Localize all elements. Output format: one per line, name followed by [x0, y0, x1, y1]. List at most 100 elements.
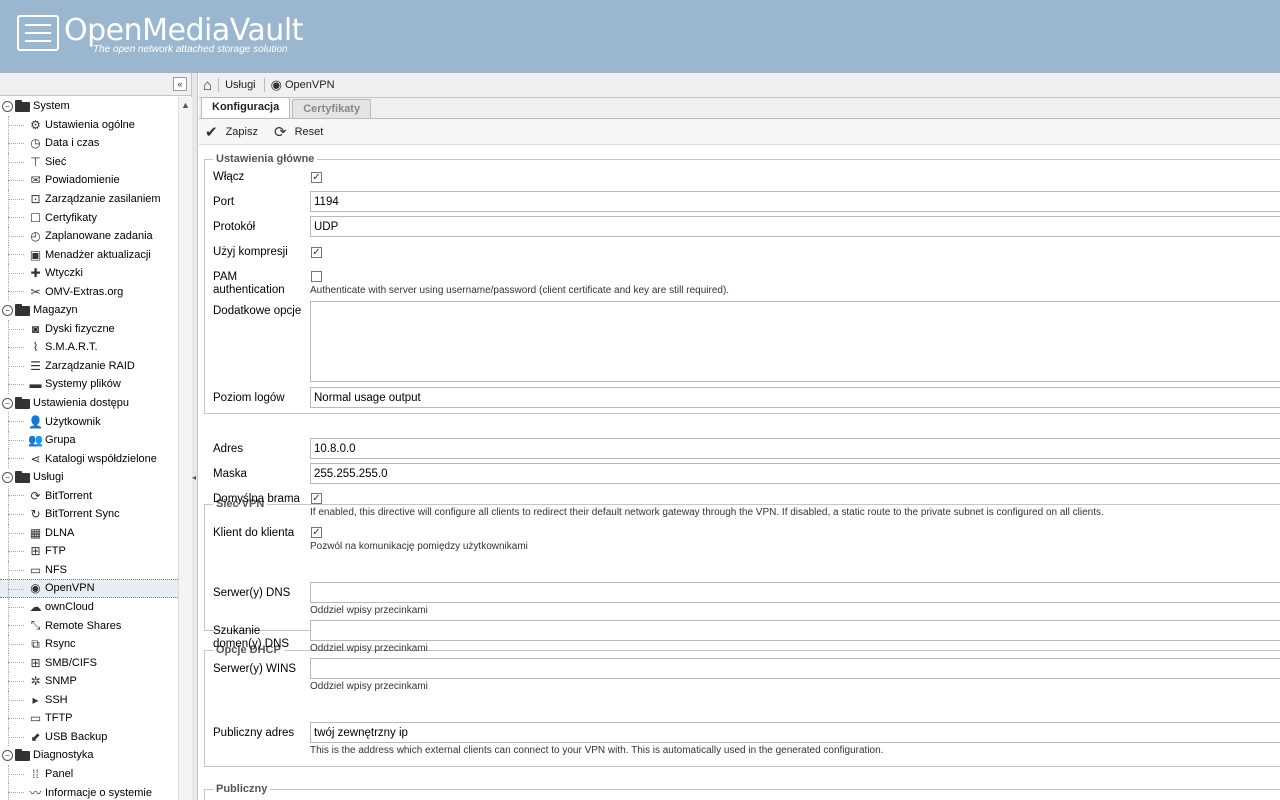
openvpn-icon: ◉ [30, 581, 41, 596]
tree-item[interactable]: ☰ Zarządzanie RAID [0, 356, 178, 376]
tree-item[interactable]: ▭ TFTP [0, 709, 178, 728]
tree-item[interactable]: ⧉ Rsync [0, 634, 178, 654]
tree-item-label: Panel [45, 767, 74, 780]
pam-checkbox[interactable] [311, 271, 322, 282]
tree-item-label: Magazyn [33, 304, 78, 317]
tree-item[interactable]: ▸ SSH [0, 690, 178, 710]
tree-item[interactable]: ☐ Certyfikaty [0, 208, 178, 227]
tree-item-label: Diagnostyka [33, 749, 94, 762]
wins-servers-hint: Oddziel wpisy przecinkami [310, 681, 428, 692]
app-subtitle: The open network attached storage soluti… [93, 44, 288, 55]
tree-item[interactable]: ⊤ Sieć [0, 152, 178, 172]
enable-checkbox[interactable]: ✓ [311, 172, 322, 183]
compression-checkbox[interactable]: ✓ [311, 247, 322, 258]
tree-branch [8, 606, 24, 608]
ftp-icon: ⊞ [30, 544, 41, 559]
scroll-up-icon[interactable]: ▲ [181, 100, 190, 110]
tree-item[interactable]: ☁ ownCloud [0, 597, 178, 617]
clock-icon: ◷ [30, 136, 41, 151]
chart-icon: 〰 [29, 786, 42, 800]
tree-branch [8, 198, 24, 200]
port-input[interactable] [310, 191, 1280, 212]
tree-branch [8, 643, 24, 645]
network-icon: ⊤ [30, 154, 41, 169]
usb-icon: ⬋ [30, 729, 41, 744]
tree-item[interactable]: ⟳ BitTorrent [0, 486, 178, 506]
loglevel-select[interactable] [310, 387, 1280, 408]
tree-group[interactable]: − Magazyn [0, 301, 178, 320]
folder-open-icon [15, 304, 31, 317]
public-address-hint: This is the address which external clien… [310, 745, 884, 756]
tree-item-label: System [33, 100, 70, 113]
tree-branch [8, 680, 24, 682]
folder-open-icon [15, 471, 31, 484]
tree-branch [8, 773, 24, 775]
tree-item[interactable]: ◷ Data i czas [0, 134, 178, 153]
tree-item[interactable]: ✉ Powiadomienie [0, 171, 178, 190]
vpn-mask-input[interactable] [310, 463, 1280, 484]
tree-item[interactable]: ⊞ FTP [0, 542, 178, 561]
collapse-toggle-icon[interactable]: − [2, 397, 13, 409]
tree-item[interactable]: ▬ Systemy plików [0, 375, 178, 394]
tree-item[interactable]: 〰 Informacje o systemie [0, 783, 178, 800]
tree-item[interactable]: ◙ Dyski fizyczne [0, 319, 178, 339]
protocol-label: Protokół [213, 221, 256, 233]
tree-item[interactable]: ✂ OMV-Extras.org [0, 282, 178, 302]
tree-group[interactable]: − Diagnostyka [0, 746, 178, 765]
tree-branch [8, 439, 24, 441]
tree-group[interactable]: − Usługi [0, 468, 178, 487]
tree-item[interactable]: ▭ NFS [0, 560, 178, 580]
tree-item[interactable]: ◉ OpenVPN [0, 579, 178, 598]
vpn-address-input[interactable] [310, 438, 1280, 459]
tree-item[interactable]: ▣ Menadżer aktualizacji [0, 245, 178, 264]
tree-item[interactable]: 👥 Grupa [0, 430, 178, 450]
tree-item[interactable]: ✲ SNMP [0, 671, 178, 691]
disk-icon: ◙ [31, 321, 40, 336]
tree-item[interactable]: 👤 Użytkownik [0, 412, 178, 431]
dns-servers-input[interactable] [310, 582, 1280, 603]
tree-item[interactable]: ▦ DLNA [0, 523, 178, 543]
protocol-select[interactable] [310, 216, 1280, 237]
tree-item[interactable]: ⚙ Ustawienia ogólne [0, 115, 178, 135]
tree-branch [8, 272, 24, 274]
tree-item[interactable]: ◴ Zaplanowane zadania [0, 226, 178, 246]
wins-servers-input[interactable] [310, 658, 1280, 679]
collapse-toggle-icon[interactable]: − [2, 304, 13, 316]
tree-item[interactable]: ⌇ S.M.A.R.T. [0, 338, 178, 357]
port-label: Port [213, 196, 235, 208]
tree-branch [8, 532, 24, 534]
tree-item[interactable]: ✚ Wtyczki [0, 263, 178, 283]
tree-item[interactable]: ⋖ Katalogi współdzielone [0, 449, 178, 468]
tree-branch [8, 180, 24, 182]
collapse-icon[interactable]: « [173, 77, 187, 91]
collapse-toggle-icon[interactable]: − [2, 100, 13, 112]
collapse-toggle-icon[interactable]: − [2, 749, 13, 761]
tree-item-label: Menadżer aktualizacji [45, 248, 151, 261]
tree-item[interactable]: ↻ BitTorrent Sync [0, 505, 178, 524]
tree-item[interactable]: ⬋ USB Backup [0, 727, 178, 747]
tree-branch [8, 384, 24, 386]
pam-label-line1: PAM [213, 271, 238, 283]
gateway-checkbox[interactable]: ✓ [311, 493, 322, 504]
tree-group[interactable]: − Ustawienia dostępu [0, 394, 178, 413]
extra-options-textarea[interactable] [310, 301, 1280, 382]
menu-icon[interactable] [17, 15, 59, 51]
panel-splitter[interactable]: ◂ [192, 73, 198, 800]
tree-item[interactable]: ⁞⁞ Panel [0, 764, 178, 784]
dns-domains-input[interactable] [310, 620, 1280, 641]
dns-domains-label-line1: Szukanie [213, 625, 261, 637]
collapse-toggle-icon[interactable]: − [2, 471, 13, 483]
tree-item[interactable]: ⊞ SMB/CIFS [0, 653, 178, 672]
dns-domains-hint: Oddziel wpisy przecinkami [310, 643, 428, 654]
tree-branch [8, 718, 24, 720]
tree-item-label: Certyfikaty [45, 211, 97, 224]
client-to-client-checkbox[interactable]: ✓ [311, 527, 322, 538]
public-address-input[interactable] [310, 722, 1280, 743]
tree-item[interactable]: ⤡ Remote Shares [0, 616, 178, 635]
tree-item[interactable]: ⊡ Zarządzanie zasilaniem [0, 189, 178, 209]
tree-group[interactable]: − System [0, 97, 178, 116]
dns-servers-hint: Oddziel wpisy przecinkami [310, 605, 428, 616]
update-icon: ▣ [29, 247, 42, 262]
tree-scrollbar[interactable]: ▲ [178, 97, 192, 800]
tree-branch [8, 625, 24, 627]
